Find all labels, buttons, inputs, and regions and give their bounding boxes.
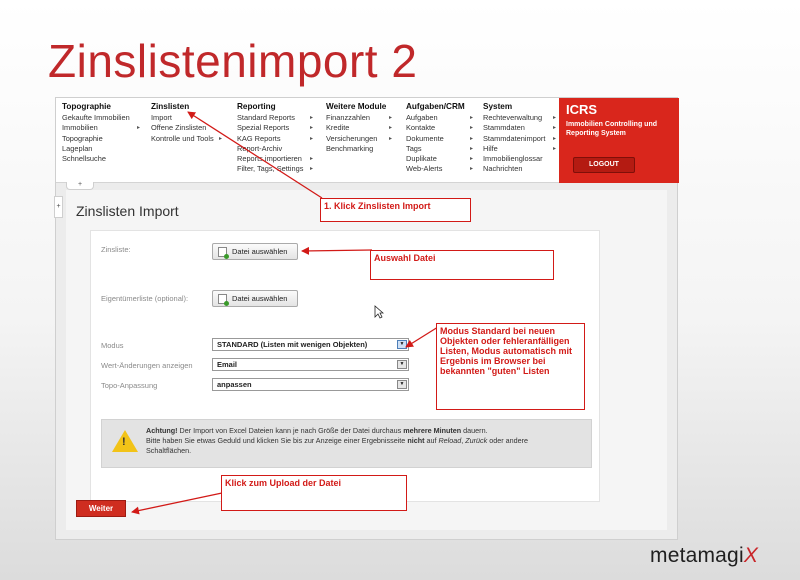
chevron-right-icon: ▸: [552, 125, 556, 132]
menu-item[interactable]: KAG Reports ▸: [237, 134, 313, 144]
chevron-right-icon: ▸: [552, 145, 556, 152]
chevron-right-icon: ▸: [309, 125, 313, 132]
menu-column-system: System Rechteverwaltung ▸ Stammdaten ▸ Sta…: [483, 102, 556, 174]
chevron-right-icon: ▸: [309, 135, 313, 142]
chevron-right-icon: ▸: [136, 125, 140, 132]
menu-item[interactable]: Dokumente ▸: [406, 134, 473, 144]
menu-item[interactable]: Web-Alerts ▸: [406, 164, 473, 174]
slide-title: Zinslistenimport 2: [48, 35, 418, 87]
zinsliste-label: Zinsliste:: [101, 245, 131, 254]
menu-header[interactable]: Reporting: [237, 102, 313, 112]
chevron-right-icon: ▸: [388, 125, 392, 132]
menu-item[interactable]: Reports importieren ▸: [237, 154, 313, 164]
logout-button[interactable]: LOGOUT: [573, 157, 635, 173]
callout-import: 1. Klick Zinslisten Import: [320, 198, 471, 222]
menu-column-topographie: Topographie Gekaufte Immobilien Immobili…: [62, 102, 140, 164]
chevron-right-icon: ▸: [552, 115, 556, 122]
menu-item[interactable]: Filter, Tags, Settings ▸: [237, 164, 313, 174]
topo-select[interactable]: anpassen ▼: [212, 378, 409, 391]
menu-header[interactable]: Aufgaben/CRM: [406, 102, 473, 112]
menu-item[interactable]: Stammdatenimport ▸: [483, 134, 556, 144]
menu-header[interactable]: Topographie: [62, 102, 140, 112]
eigentuemer-file-button[interactable]: Datei auswählen: [212, 290, 298, 307]
menu-item[interactable]: Immobilienglossar: [483, 154, 556, 164]
wert-select[interactable]: Email ▼: [212, 358, 409, 371]
submit-button[interactable]: Weiter: [76, 500, 126, 517]
brand-subtitle: Immobilien Controlling und Reporting Sys…: [566, 121, 657, 137]
chevron-right-icon: ▸: [309, 166, 313, 173]
chevron-down-icon: ▼: [397, 380, 407, 389]
warning-box: ! Achtung! Der Import von Excel Dateien …: [101, 419, 592, 468]
chevron-right-icon: ▸: [309, 156, 313, 163]
menu-item[interactable]: Aufgaben ▸: [406, 113, 473, 123]
chevron-right-icon: ▸: [469, 125, 473, 132]
menu-header[interactable]: Zinslisten: [151, 102, 222, 112]
menu-item[interactable]: Benchmarking: [326, 144, 392, 154]
menu-item[interactable]: Schnellsuche: [62, 154, 140, 164]
callout-upload: Klick zum Upload der Datei: [221, 475, 407, 511]
callout-file: Auswahl Datei: [370, 250, 554, 280]
mouse-cursor-icon: [374, 305, 384, 319]
menu-item[interactable]: Rechteverwaltung ▸: [483, 113, 556, 123]
brand-name: ICRS: [566, 102, 598, 117]
menu-item[interactable]: Nachrichten: [483, 164, 556, 174]
menu-item[interactable]: Tags ▸: [406, 144, 473, 154]
eigentuemer-label: Eigentümerliste (optional):: [101, 294, 189, 303]
menu-item[interactable]: Kontakte ▸: [406, 123, 473, 133]
menu-item[interactable]: Hilfe ▸: [483, 144, 556, 154]
menu-item[interactable]: Spezial Reports ▸: [237, 123, 313, 133]
wert-label: Wert-Änderungen anzeigen: [101, 361, 193, 370]
menu-item[interactable]: Stammdaten ▸: [483, 123, 556, 133]
chevron-right-icon: ▸: [309, 115, 313, 122]
chevron-right-icon: ▸: [469, 145, 473, 152]
menu-item[interactable]: Finanzzahlen ▸: [326, 113, 392, 123]
chevron-right-icon: ▸: [388, 115, 392, 122]
menu-item[interactable]: Duplikate ▸: [406, 154, 473, 164]
menu-item[interactable]: Immobilien ▸: [62, 123, 140, 133]
menu-column-zinslisten: Zinslisten Import Offene Zinslisten Kont…: [151, 102, 222, 144]
menu-item[interactable]: Lageplan: [62, 144, 140, 154]
topo-label: Topo-Anpassung: [101, 381, 158, 390]
chevron-right-icon: ▸: [469, 156, 473, 163]
chevron-right-icon: ▸: [469, 135, 473, 142]
menu-column-weitere-module: Weitere Module Finanzzahlen ▸ Kredite ▸ Ve…: [326, 102, 392, 154]
brand-panel: ICRS Immobilien Controlling und Reportin…: [559, 98, 679, 183]
chevron-right-icon: ▸: [552, 135, 556, 142]
main-menu: Topographie Gekaufte Immobilien Immobili…: [56, 98, 679, 183]
menu-item[interactable]: Offene Zinslisten: [151, 123, 222, 133]
chevron-down-icon: ▼: [397, 360, 407, 369]
metamagix-logo: metamagiX: [650, 544, 759, 567]
menu-item[interactable]: Versicherungen ▸: [326, 134, 392, 144]
chevron-right-icon: ▸: [388, 135, 392, 142]
app-window: Topographie Gekaufte Immobilien Immobili…: [54, 97, 679, 540]
chevron-down-icon: ▼: [397, 340, 407, 349]
file-add-icon: [218, 294, 229, 306]
file-add-icon: [218, 247, 229, 259]
menu-item[interactable]: Topographie: [62, 134, 140, 144]
menu-header[interactable]: System: [483, 102, 556, 112]
menu-item[interactable]: Standard Reports ▸: [237, 113, 313, 123]
chevron-right-icon: ▸: [469, 115, 473, 122]
modus-select[interactable]: STANDARD (Listen mit wenigen Objekten) ▼: [212, 338, 409, 351]
menu-item[interactable]: Kontrolle und Tools ▸: [151, 134, 222, 144]
warning-message: Achtung! Der Import von Excel Dateien ka…: [146, 426, 528, 455]
chevron-right-icon: ▸: [469, 166, 473, 173]
menu-item[interactable]: Report-Archiv: [237, 144, 313, 154]
menu-item-import[interactable]: Import: [151, 113, 222, 123]
collapse-tab[interactable]: +: [66, 181, 94, 190]
menu-item[interactable]: Kredite ▸: [326, 123, 392, 133]
page-title: Zinslisten Import: [76, 203, 179, 219]
menu-column-aufgaben-crm: Aufgaben/CRM Aufgaben ▸ Kontakte ▸ Dokumen…: [406, 102, 473, 174]
chevron-right-icon: ▸: [218, 135, 222, 142]
modus-label: Modus: [101, 341, 124, 350]
menu-item[interactable]: Gekaufte Immobilien: [62, 113, 140, 123]
menu-column-reporting: Reporting Standard Reports ▸ Spezial Repo…: [237, 102, 313, 174]
side-toggle[interactable]: +: [54, 196, 63, 218]
callout-modus: Modus Standard bei neuen Objekten oder f…: [436, 323, 585, 410]
zinsliste-file-button[interactable]: Datei auswählen: [212, 243, 298, 260]
menu-header[interactable]: Weitere Module: [326, 102, 392, 112]
